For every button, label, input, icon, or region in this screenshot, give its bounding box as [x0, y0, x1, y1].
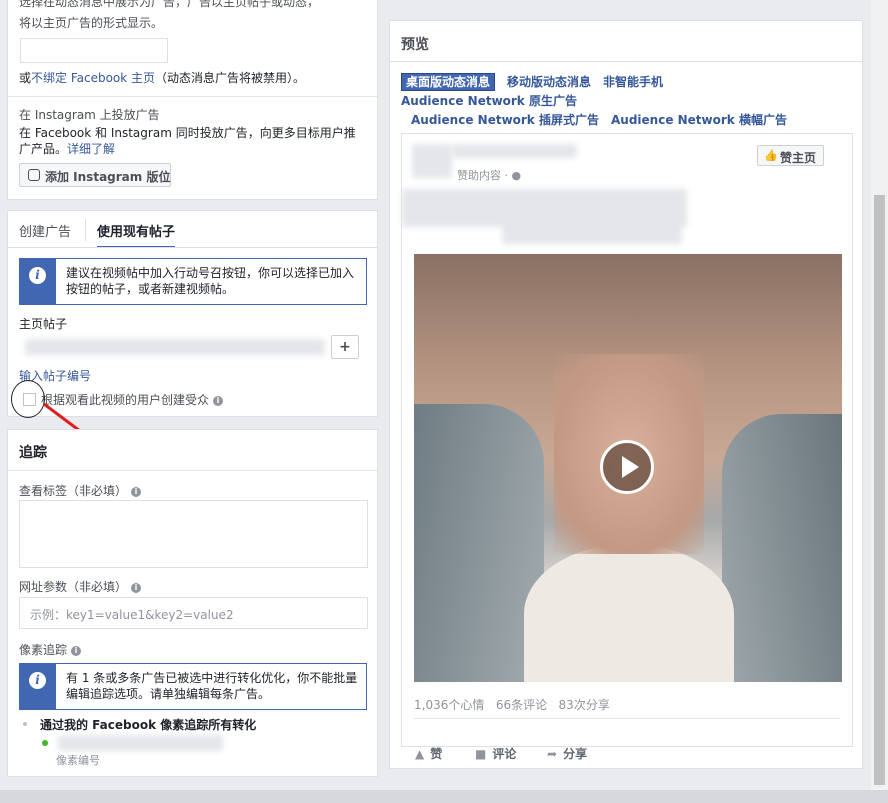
info-icon: i [131, 486, 142, 497]
placement-panel: 选择在动态消息中展示为广告，广告以主页帖子或动态， 将以主页广告的形式显示。 或… [7, 0, 378, 200]
scrollbar-track[interactable] [871, 0, 888, 790]
info-icon: i [213, 395, 224, 406]
video-lace-top [524, 544, 734, 682]
pixel-status-dot [42, 740, 48, 746]
learn-more-link[interactable]: 详细了解 [67, 142, 115, 156]
share-icon: ➦ [547, 747, 558, 761]
instagram-desc: 在 Facebook 和 Instagram 同时投放广告，向更多目标用户推广产… [19, 126, 356, 156]
ad-video[interactable] [414, 254, 842, 682]
info-icon: i [71, 645, 82, 656]
engagement-stats: 1,036个心情 66条评论 83次分享 [414, 696, 610, 713]
page-post-select[interactable] [19, 335, 331, 359]
actions-divider [414, 718, 840, 719]
bottom-bar [0, 790, 888, 803]
url-params-input[interactable]: 示例：key1=value1&key2=value2 [19, 597, 368, 629]
tab-divider [85, 219, 86, 241]
tab-an-interstitial[interactable]: Audience Network 插屏式广告 [411, 113, 599, 127]
unbind-page-text: 或不绑定 Facebook 主页（动态消息广告将被禁用）。 [19, 71, 306, 85]
scrollbar-thumb[interactable] [874, 195, 885, 785]
view-tags-textarea[interactable] [19, 500, 368, 568]
info-icon: i [29, 267, 46, 284]
thumbs-up-icon: ▲ [415, 747, 425, 761]
preview-title-divider [390, 61, 862, 62]
globe-icon: ● [511, 169, 522, 182]
pixel-item-label: 通过我的 Facebook 像素追踪所有转化 [40, 718, 257, 732]
thumbs-up-icon: 👍 [764, 149, 778, 162]
like-action[interactable]: ▲ 赞 [415, 745, 442, 762]
pixel-info: i 有 1 条或多条广告已被选中进行转化优化，你不能批量编辑追踪选项。请单独编辑… [19, 663, 367, 710]
add-post-button[interactable]: + [331, 335, 359, 359]
sponsored-label: 赞助内容 · ● [457, 169, 522, 182]
tracking-divider [8, 470, 377, 471]
url-params-label: 网址参数（非必填） i [19, 578, 142, 595]
tab-mobile-feed[interactable]: 移动版动态消息 [507, 75, 591, 89]
pixel-label: 像素追踪 i [19, 641, 82, 658]
page-select[interactable] [20, 38, 168, 63]
tab-desktop-feed[interactable]: 桌面版动态消息 [401, 73, 496, 91]
tracking-panel: 追踪 查看标签（非必填） i 网址参数（非必填） i 示例：key1=value1&… [7, 429, 378, 777]
like-page-button[interactable]: 👍 赞主页 [757, 145, 824, 166]
shares-count[interactable]: 83次分享 [559, 698, 610, 712]
pixel-name-redacted [58, 735, 223, 751]
creative-panel: 创建广告 使用现有帖子 i 建议在视频帖中加入行动号召按钮，你可以选择已加入按钮… [7, 210, 378, 417]
ad-preview-card: 赞助内容 · ● 👍 赞主页 1,036个心情 66条评论 83次分享 [401, 133, 853, 747]
tab-create-ad[interactable]: 创建广告 [19, 221, 71, 240]
comment-action[interactable]: ■ 评论 [475, 745, 516, 762]
add-instagram-button[interactable]: 添加 Instagram 版位 [19, 163, 171, 187]
comment-icon: ■ [475, 747, 487, 761]
view-tags-label: 查看标签（非必填） i [19, 482, 142, 499]
pixel-sub-label: 像素编号 [56, 754, 100, 767]
tab-an-banner[interactable]: Audience Network 横幅广告 [611, 113, 787, 127]
preview-title: 预览 [401, 37, 429, 53]
info-icon: i [29, 672, 46, 689]
preview-panel: 预览 桌面版动态消息 移动版动态消息 非智能手机 Audience Network 原… [389, 20, 863, 769]
unbind-page-link[interactable]: 不绑定 Facebook 主页 [31, 71, 155, 85]
tabs-underline [8, 247, 377, 248]
tab-an-native[interactable]: Audience Network 原生广告 [401, 94, 577, 108]
video-cta-info: i 建议在视频帖中加入行动号召按钮，你可以选择已加入按钮的帖子，或者新建视频帖。 [19, 258, 367, 305]
page-name-redacted [452, 144, 577, 158]
placement-desc-line1: 选择在动态消息中展示为广告，广告以主页帖子或动态， [19, 0, 320, 9]
instagram-icon [28, 169, 40, 181]
instagram-title: 在 Instagram 上投放广告 [19, 108, 160, 122]
page-avatar-redacted [412, 144, 452, 178]
comments-count[interactable]: 66条评论 [496, 698, 547, 712]
tab-feature-phone[interactable]: 非智能手机 [603, 75, 663, 89]
info-icon: i [131, 582, 142, 593]
placement-tabs: 桌面版动态消息 移动版动态消息 非智能手机 Audience Network 原生广告… [401, 73, 856, 130]
divider [8, 96, 377, 97]
page-post-label: 主页帖子 [19, 317, 68, 331]
tab-use-existing-post[interactable]: 使用现有帖子 [97, 221, 176, 248]
tracking-title: 追踪 [19, 445, 47, 461]
share-action[interactable]: ➦ 分享 [547, 745, 587, 762]
play-button[interactable] [600, 440, 654, 494]
play-icon [622, 456, 639, 478]
video-shirt-right [722, 414, 842, 682]
pixel-bullet [23, 722, 27, 726]
placement-desc-line2: 将以主页广告的形式显示。 [19, 16, 164, 30]
post-text-redacted-2 [502, 202, 682, 244]
reactions-count[interactable]: 1,036个心情 [414, 698, 484, 712]
